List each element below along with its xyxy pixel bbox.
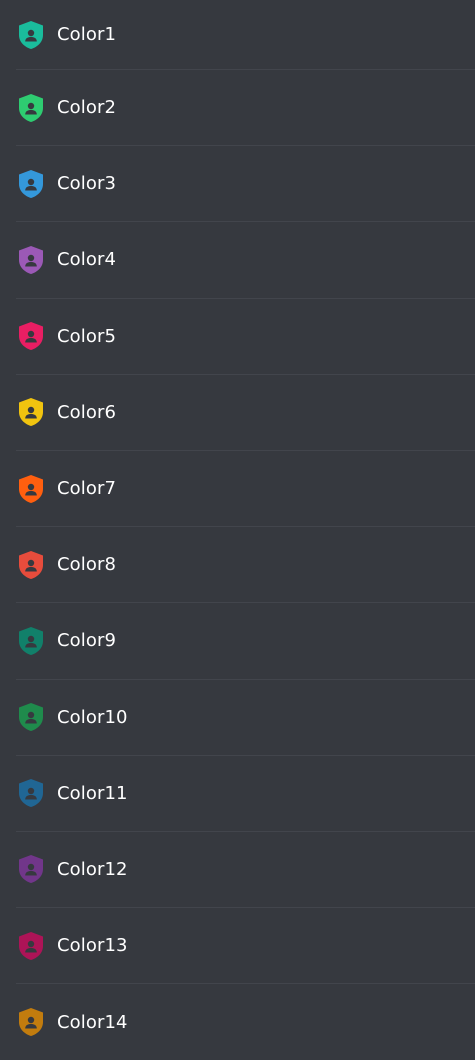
role-name: Color4	[57, 249, 117, 271]
shield-person-icon	[16, 701, 46, 733]
list-item[interactable]: Color11	[16, 756, 475, 832]
shield-person-icon	[16, 92, 46, 124]
role-color-list: Color1 Color2 Color3 Color4 Color5 Color…	[0, 0, 475, 1060]
shield-person-icon	[16, 853, 46, 885]
role-name: Color13	[57, 935, 128, 957]
list-item[interactable]: Color10	[16, 680, 475, 756]
role-name: Color7	[57, 478, 117, 500]
list-item[interactable]: Color13	[16, 908, 475, 985]
role-name: Color5	[57, 325, 117, 347]
role-name: Color14	[57, 1011, 128, 1033]
role-name: Color3	[57, 173, 117, 195]
shield-person-icon	[16, 19, 46, 51]
list-item[interactable]: Color2	[16, 70, 475, 147]
role-name: Color1	[57, 24, 117, 45]
shield-person-icon	[16, 168, 46, 200]
role-name: Color6	[57, 401, 117, 423]
shield-person-icon	[16, 1006, 46, 1038]
list-item[interactable]: Color9	[16, 603, 475, 680]
shield-person-icon	[16, 320, 46, 352]
role-name: Color10	[57, 706, 128, 728]
role-name: Color8	[57, 554, 117, 576]
shield-person-icon	[16, 625, 46, 657]
list-item[interactable]: Color4	[16, 222, 475, 299]
list-item[interactable]: Color14	[16, 984, 475, 1060]
shield-person-icon	[16, 930, 46, 962]
shield-person-icon	[16, 473, 46, 505]
list-item[interactable]: Color6	[16, 375, 475, 451]
list-item[interactable]: Color5	[16, 299, 475, 375]
role-name: Color11	[57, 782, 128, 804]
shield-person-icon	[16, 244, 46, 276]
list-item[interactable]: Color3	[16, 146, 475, 223]
list-item[interactable]: Color1	[16, 0, 475, 70]
shield-person-icon	[16, 777, 46, 809]
shield-person-icon	[16, 549, 46, 581]
list-item[interactable]: Color8	[16, 527, 475, 604]
role-name: Color12	[57, 858, 128, 880]
list-item[interactable]: Color12	[16, 832, 475, 909]
shield-person-icon	[16, 396, 46, 428]
role-name: Color9	[57, 630, 117, 652]
role-name: Color2	[57, 97, 117, 119]
list-item[interactable]: Color7	[16, 451, 475, 528]
